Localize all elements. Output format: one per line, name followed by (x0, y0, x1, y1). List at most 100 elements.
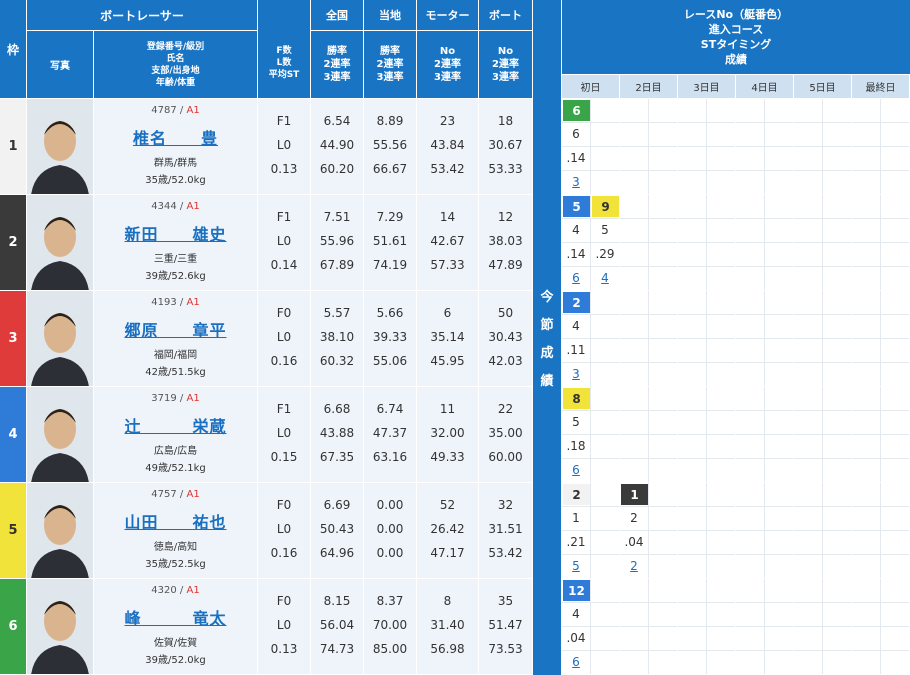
grid-line (794, 338, 851, 339)
stat-motor: 6 35.14 45.95 (417, 291, 478, 386)
grid-line (678, 218, 735, 219)
racer-reg-number: 4787 (151, 105, 177, 116)
grid-line (852, 266, 909, 267)
result-rank-link[interactable]: 5 (562, 555, 590, 577)
racer-class: A1 (186, 105, 200, 116)
stat-value: 51.61 (372, 234, 408, 248)
header-motor-sub: No 2連率 3連率 (417, 31, 478, 98)
result-day-cell (736, 99, 793, 194)
racer-info: 4757 / A1 山田 祐也 徳島/高知 35歳/52.5kg (94, 483, 257, 578)
racer-photo (27, 579, 93, 674)
result-rank-link[interactable]: 6 (562, 459, 590, 481)
racer-branch: 三重/三重 (153, 254, 198, 265)
grid-line (794, 170, 851, 171)
stat-value: 53.42 (488, 546, 523, 560)
stat-value: 66.67 (372, 162, 408, 176)
stat-motor: 11 32.00 49.33 (417, 387, 478, 482)
entry-course: 5 (601, 223, 609, 237)
racer-name-link[interactable]: 峰 竜太 (94, 605, 257, 629)
stat-value: 52 (439, 498, 456, 512)
waku-number: 2 (0, 195, 26, 290)
grid-line (736, 338, 793, 339)
day-header-3: 3日目 (678, 75, 735, 98)
grid-line (736, 218, 793, 219)
header-motor: モーター (417, 0, 478, 30)
day-header-4: 4日目 (736, 75, 793, 98)
racer-age-weight: 42歳/51.5kg (145, 367, 206, 378)
grid-line (620, 170, 677, 171)
header-info-line: 支部/出身地 (151, 65, 200, 76)
header-sub-line: 3連率 (323, 72, 351, 83)
stat-toc: 6.74 47.37 63.16 (364, 387, 416, 482)
racer-branch: 広島/広島 (153, 446, 198, 457)
stat-value: 55.56 (372, 138, 408, 152)
grid-line (736, 530, 793, 531)
racer-name-link[interactable]: 郷原 章平 (94, 317, 257, 341)
result-rank-link[interactable]: 6 (562, 267, 590, 289)
result-day-cell (736, 387, 793, 482)
stat-value: 6 (443, 306, 452, 320)
result-day-cell (794, 483, 851, 578)
fl-cell: F0 L0 0.16 (258, 483, 310, 578)
racer-name-link[interactable]: 山田 祐也 (94, 509, 257, 533)
fl-f: F1 (276, 402, 292, 416)
result-day-cell (620, 99, 677, 194)
grid-line (794, 626, 851, 627)
fl-f: F0 (276, 498, 292, 512)
grid-line (736, 434, 793, 435)
fl-st: 0.14 (270, 258, 298, 272)
racer-age-weight: 35歳/52.0kg (145, 175, 206, 186)
grid-line (678, 410, 735, 411)
stat-value: 55.06 (372, 354, 408, 368)
result-day-cell (678, 195, 735, 290)
waku-number: 1 (0, 99, 26, 194)
grid-line (852, 506, 909, 507)
fl-cell: F1 L0 0.14 (258, 195, 310, 290)
racer-photo (27, 291, 93, 386)
race-number-badge: 8 (563, 388, 590, 409)
racer-name-link[interactable]: 新田 雄史 (94, 221, 257, 245)
stat-value: 18 (497, 114, 514, 128)
waku-number: 4 (0, 387, 26, 482)
racer-branch: 群馬/群馬 (153, 158, 198, 169)
stat-value: 35 (497, 594, 514, 608)
result-rank-link[interactable]: 4 (591, 267, 619, 289)
grid-line (736, 122, 793, 123)
racer-info: 3719 / A1 辻 栄蔵 広島/広島 49歳/52.1kg (94, 387, 257, 482)
stat-value: 56.98 (430, 642, 465, 656)
result-rank-link[interactable]: 3 (562, 171, 590, 193)
grid-line (852, 650, 909, 651)
racer-reg-class: 4193 / A1 (151, 297, 200, 308)
stat-value: 53.42 (430, 162, 465, 176)
entry-course: 2 (630, 511, 638, 525)
grid-line (678, 554, 735, 555)
result-rank-link[interactable]: 6 (562, 651, 590, 673)
racer-reg-number: 3719 (151, 393, 177, 404)
racer-info: 4787 / A1 椎名 豊群馬/群馬 35歳/52.0kg (94, 99, 257, 194)
stat-value: 31.51 (488, 522, 523, 536)
stat-value: 56.04 (319, 618, 355, 632)
racer-reg-number: 4757 (151, 489, 177, 500)
stat-value: 8.37 (376, 594, 404, 608)
grid-line (620, 338, 677, 339)
fl-st: 0.16 (270, 354, 298, 368)
result-rank-link[interactable]: 3 (562, 363, 590, 385)
stat-value: 35.14 (430, 330, 465, 344)
grid-line (794, 362, 851, 363)
stat-value: 42.03 (488, 354, 523, 368)
result-rank-link[interactable]: 2 (620, 555, 648, 577)
stat-value: 55.96 (319, 234, 355, 248)
grid-line (852, 602, 909, 603)
stat-value: 60.00 (488, 450, 523, 464)
racer-age-weight: 49歳/52.1kg (145, 463, 206, 474)
grid-line (678, 650, 735, 651)
header-info-line: 氏名 (166, 53, 185, 64)
result-day-cell (794, 579, 851, 674)
racer-name-link[interactable]: 辻 栄蔵 (94, 413, 257, 437)
grid-line (852, 242, 909, 243)
racer-age-weight: 39歳/52.6kg (145, 271, 206, 282)
racer-name-link[interactable]: 椎名 豊 (94, 125, 257, 149)
stat-value: 60.20 (319, 162, 355, 176)
result-day-cell (678, 483, 735, 578)
st-timing: .04 (566, 631, 586, 645)
